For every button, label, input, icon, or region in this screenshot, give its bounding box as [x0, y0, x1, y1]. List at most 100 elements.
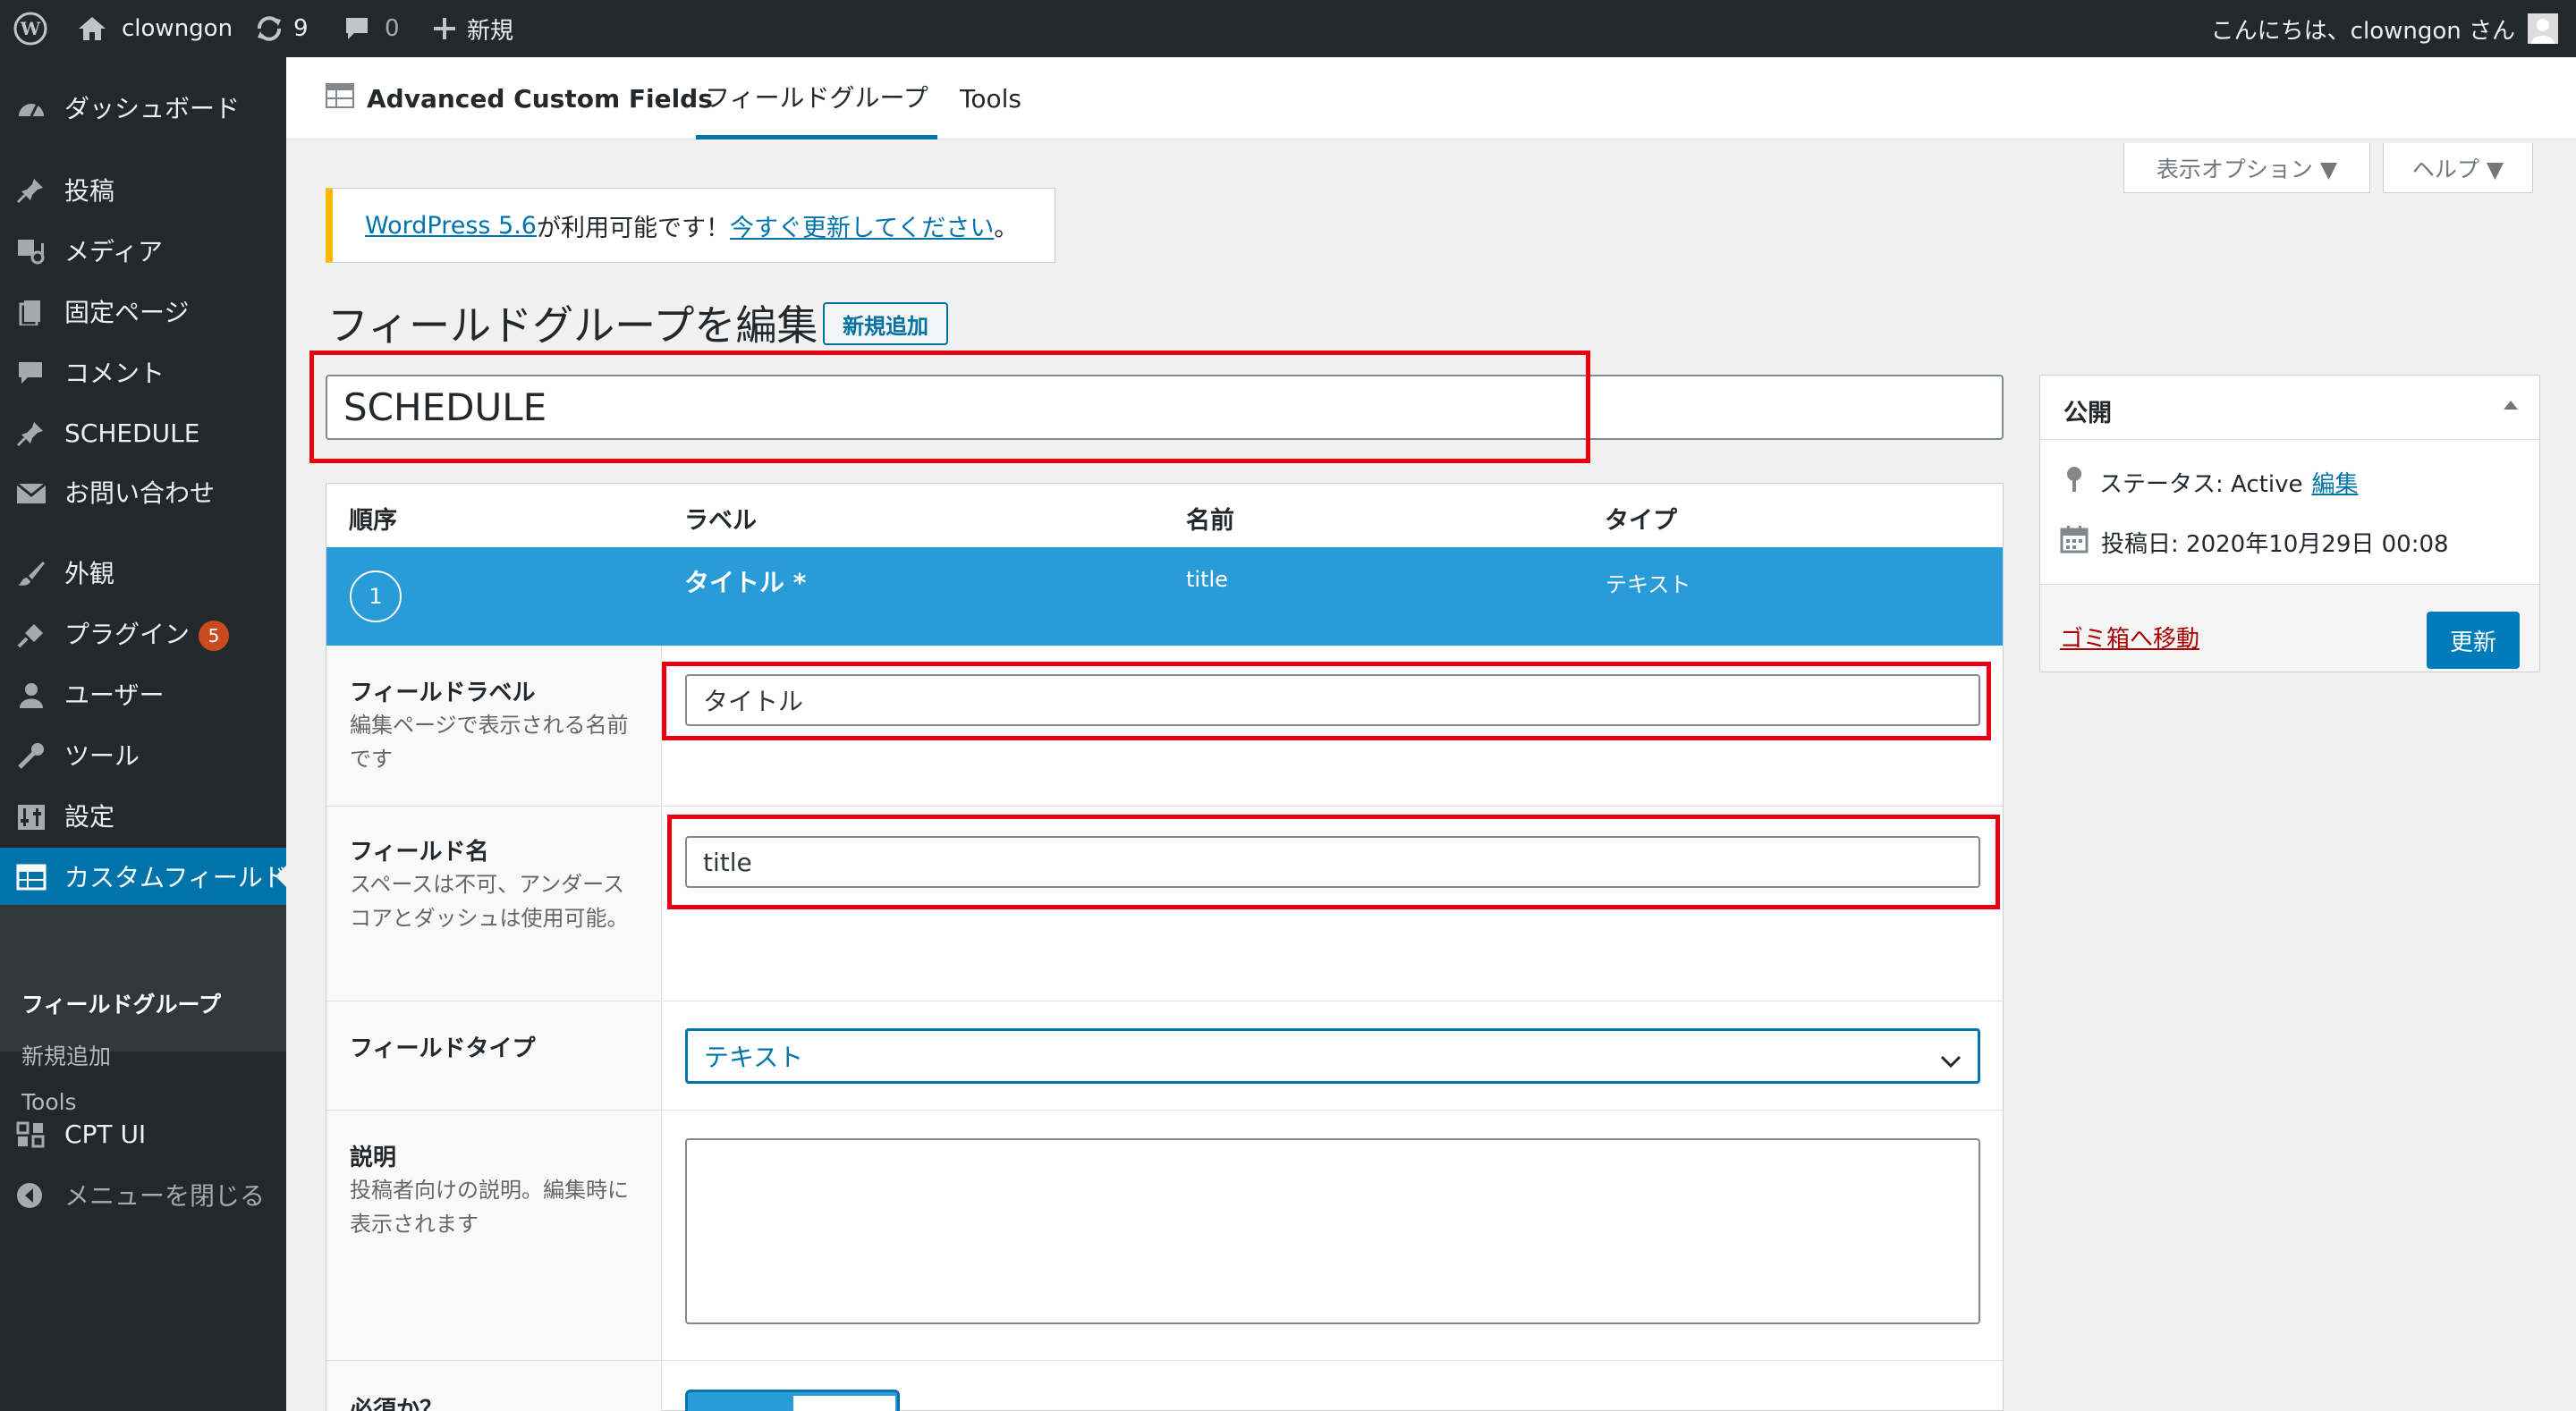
settings-sliders-icon: [16, 803, 47, 830]
field-type-select[interactable]: テキスト: [685, 1028, 1980, 1084]
comment-icon: [343, 15, 370, 42]
help-button[interactable]: ヘルプ ▼: [2383, 143, 2533, 193]
site-name-link[interactable]: clowngon: [77, 0, 233, 57]
collapse-arrow-icon: [16, 1182, 47, 1209]
required-title: 必須か？: [350, 1397, 444, 1411]
setting-label-cell: 説明 投稿者向けの説明。編集時に表示されます: [326, 1111, 662, 1361]
field-label-description: 編集ページで表示される名前です: [350, 713, 629, 772]
admin-bar: W clowngon 9 0 新規 こんにちは、clowngon さん: [0, 0, 2576, 57]
greeting: こんにちは、clowngon さん: [2210, 17, 2515, 45]
instructions-title: 説明: [350, 1145, 397, 1171]
column-header-type: タイプ: [1605, 507, 1677, 535]
submenu-add-new[interactable]: 新規追加: [21, 1039, 111, 1071]
instructions-textarea[interactable]: [685, 1138, 1980, 1324]
update-icon: [254, 14, 284, 43]
sidebar-item-label: カスタムフィールド: [64, 863, 288, 892]
field-row-type: テキスト: [1606, 572, 1691, 597]
publish-title: 公開: [2063, 400, 2112, 427]
update-button[interactable]: 更新: [2427, 612, 2520, 669]
notice-text: が利用可能です！: [536, 214, 730, 242]
sidebar-item-media[interactable]: メディア: [0, 222, 286, 279]
chevron-down-icon: [1940, 1047, 1962, 1077]
update-now-link[interactable]: 今すぐ更新してください: [730, 208, 994, 243]
publish-metabox: 公開 ステータス: Active 編集 投稿日: 2020年10月29日 00:…: [2039, 375, 2540, 672]
column-header-name: 名前: [1186, 507, 1234, 535]
submenu-field-groups[interactable]: フィールドグループ: [21, 987, 221, 1019]
calendar-icon: [2060, 525, 2089, 560]
sidebar-item-label: ツール: [64, 741, 140, 771]
sidebar-item-dashboard[interactable]: ダッシュボード: [0, 79, 286, 136]
tab-tools[interactable]: Tools: [960, 57, 1021, 139]
comments-count: 0: [385, 15, 400, 42]
status-edit-link[interactable]: 編集: [2311, 466, 2358, 499]
add-new-button[interactable]: 新規追加: [823, 302, 948, 345]
location-pin-icon: [2063, 465, 2085, 500]
sidebar-item-appearance[interactable]: 外観: [0, 544, 286, 601]
acf-admin-toolbar: Advanced Custom Fields フィールドグループ Tools: [286, 57, 2576, 139]
comments-link[interactable]: 0: [343, 0, 400, 57]
collapse-menu-button[interactable]: メニューを閉じる: [0, 1166, 286, 1223]
sidebar-item-label: プラグイン: [64, 620, 191, 649]
comment-icon: [16, 359, 47, 386]
sidebar-item-custom-fields[interactable]: カスタムフィールド: [0, 848, 288, 905]
brand-label: Advanced Custom Fields: [367, 83, 713, 114]
sidebar-item-label: 固定ページ: [64, 298, 190, 327]
pin-icon: [16, 420, 47, 447]
sidebar-item-cpt-ui[interactable]: CPT UI: [0, 1105, 286, 1162]
highlight-box-field-label: [662, 662, 1991, 740]
my-account-link[interactable]: こんにちは、clowngon さん: [2211, 0, 2558, 57]
sidebar-item-label: ユーザー: [64, 680, 165, 710]
plugin-icon: [16, 621, 47, 648]
svg-text:W: W: [20, 18, 41, 39]
sidebar-item-users[interactable]: ユーザー: [0, 665, 286, 722]
status-row: ステータス: Active 編集: [2063, 465, 2358, 500]
column-header-label: ラベル: [684, 507, 757, 535]
wordpress-version-link[interactable]: WordPress 5.6: [365, 212, 537, 240]
avatar: [2528, 13, 2558, 44]
field-order-number[interactable]: 1: [350, 570, 402, 622]
sidebar-item-label: コメント: [64, 359, 165, 388]
publish-actions: ゴミ箱へ移動 更新: [2040, 584, 2539, 672]
field-row[interactable]: 1 タイトル * title テキスト: [326, 547, 2003, 646]
sidebar-item-label: CPT UI: [64, 1119, 147, 1149]
sidebar-item-label: 外観: [64, 559, 115, 588]
custom-fields-submenu: フィールドグループ 新規追加 Tools: [0, 905, 286, 1115]
setting-label-cell: フィールド名 スペースは不可、アンダースコアとダッシュは使用可能。: [326, 807, 662, 1001]
screen-options-button[interactable]: 表示オプション ▼: [2123, 143, 2370, 193]
setting-label-cell: 必須か？: [326, 1361, 662, 1411]
sidebar-item-pages[interactable]: 固定ページ: [0, 283, 286, 340]
sidebar-item-comments[interactable]: コメント: [0, 343, 286, 401]
sidebar-item-settings[interactable]: 設定: [0, 787, 286, 844]
sidebar-item-contact[interactable]: お問い合わせ: [0, 463, 286, 520]
wordpress-logo-icon[interactable]: W: [13, 0, 48, 57]
field-type-value: テキスト: [704, 1043, 804, 1072]
update-notice: WordPress 5.6 が利用可能です！ 今すぐ更新してください 。: [326, 188, 1055, 263]
wrench-icon: [16, 742, 47, 769]
sidebar-item-label: ダッシュボード: [64, 94, 241, 123]
toggle-knob: [793, 1396, 895, 1411]
sidebar-item-tools[interactable]: ツール: [0, 726, 286, 783]
tab-field-groups[interactable]: フィールドグループ: [696, 57, 937, 139]
pin-icon: [16, 177, 47, 204]
sidebar-item-label: 投稿: [64, 176, 115, 206]
field-name-description: スペースは不可、アンダースコアとダッシュは使用可能。: [350, 872, 629, 931]
trash-link[interactable]: ゴミ箱へ移動: [2060, 621, 2199, 654]
sidebar-item-posts[interactable]: 投稿: [0, 161, 286, 218]
publish-header[interactable]: 公開: [2040, 376, 2539, 440]
sidebar-item-schedule[interactable]: SCHEDULE: [0, 404, 286, 461]
admin-sidebar: ダッシュボード 投稿 メディア 固定ページ コメント SCHEDULE お問い合…: [0, 57, 288, 1411]
user-icon: [16, 681, 47, 708]
acf-brand: Advanced Custom Fields: [326, 57, 713, 139]
caret-up-icon[interactable]: [2504, 401, 2518, 410]
required-toggle[interactable]: [685, 1390, 900, 1411]
status-label: ステータス: Active: [2099, 471, 2303, 498]
plugins-update-badge: 5: [199, 621, 229, 651]
site-name: clowngon: [122, 15, 233, 42]
new-content-link[interactable]: 新規: [433, 0, 513, 57]
field-type-title: フィールドタイプ: [350, 1035, 536, 1062]
field-row-label[interactable]: タイトル *: [684, 563, 806, 599]
sidebar-item-plugins[interactable]: プラグイン 5: [0, 604, 286, 662]
media-icon: [16, 238, 47, 265]
sidebar-item-label: お問い合わせ: [64, 478, 216, 508]
updates-link[interactable]: 9: [254, 0, 309, 57]
